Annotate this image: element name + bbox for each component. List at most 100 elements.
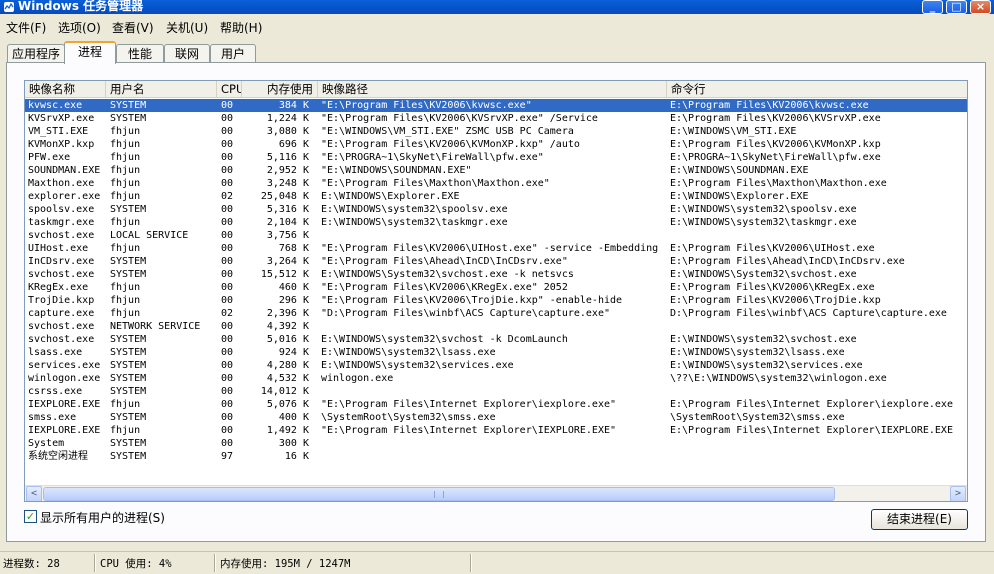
process-row[interactable]: KVSrvXP.exe SYSTEM 00 1,224 K "E:\Program Fi… [25,112,967,125]
process-image-name: smss.exe [28,412,77,423]
process-image-path: \SystemRoot\System32\smss.exe [321,412,496,423]
scroll-right-button[interactable]: > [950,486,966,501]
process-image-name: IEXPLORE.EXE [28,425,101,436]
close-button[interactable]: × [970,0,991,14]
scroll-left-button[interactable]: < [26,486,42,501]
process-image-name: csrss.exe [28,386,83,397]
process-image-path: "E:\Program Files\Internet Explorer\iexp… [321,399,617,410]
process-memory: 400 K [278,412,309,423]
process-command-line: E:\Program Files\KV2006\KVMonXP.kxp [670,139,881,150]
process-row[interactable]: IEXPLORE.EXE fhjun 00 5,076 K "E:\Program Fi… [25,398,967,411]
tab-users[interactable]: 用户 [210,44,256,64]
process-memory: 1,492 K [266,425,309,436]
process-row[interactable]: PFW.exe fhjun 00 5,116 K "E:\PROGRA~1\SkyNet… [25,151,967,164]
process-memory: 460 K [278,282,309,293]
menu-shutdown[interactable]: 关机(U) [166,19,208,36]
process-row[interactable]: capture.exe fhjun 02 2,396 K "D:\Program Fil… [25,307,967,320]
column-cpu[interactable]: CPU [217,81,242,98]
process-image-path: "E:\Program Files\KV2006\kvwsc.exe" [321,100,532,111]
column-image-name[interactable]: 映像名称 [25,81,106,98]
process-cpu: 00 [221,295,234,306]
process-command-line: E:\WINDOWS\system32\svchost.exe [670,334,857,345]
process-row[interactable]: svchost.exe NETWORK SERVICE 00 4,392 K [25,320,967,333]
tab-processes[interactable]: 进程 [64,41,116,64]
column-memory[interactable]: 内存使用 [242,81,318,98]
process-image-name: KRegEx.exe [28,282,89,293]
process-row[interactable]: svchost.exe SYSTEM 00 15,512 K E:\WINDOWS\Sy… [25,268,967,281]
end-process-button[interactable]: 结束进程(E) [871,509,968,530]
process-list[interactable]: 映像名称 用户名 CPU 内存使用 映像路径 命令行 kvwsc.exe SYST… [24,80,968,502]
column-image-path[interactable]: 映像路径 [318,81,667,98]
process-user-name: fhjun [110,217,141,228]
process-row[interactable]: InCDsrv.exe SYSTEM 00 3,264 K "E:\Program Fi… [25,255,967,268]
maximize-button[interactable]: □ [946,0,967,14]
process-cpu: 00 [221,178,234,189]
process-row[interactable]: System SYSTEM 00 300 K [25,437,967,450]
show-all-users-checkbox[interactable]: ✓ [24,510,37,523]
process-cpu: 00 [221,152,234,163]
process-image-name: lsass.exe [28,347,83,358]
process-row[interactable]: SOUNDMAN.EXE fhjun 00 2,952 K "E:\WINDOWS\SO… [25,164,967,177]
process-row[interactable]: KVMonXP.kxp fhjun 00 696 K "E:\Program Files… [25,138,967,151]
process-command-line: E:\PROGRA~1\SkyNet\FireWall\pfw.exe [670,152,881,163]
process-row[interactable]: lsass.exe SYSTEM 00 924 K E:\WINDOWS\system3… [25,346,967,359]
process-row[interactable]: csrss.exe SYSTEM 00 14,012 K [25,385,967,398]
process-user-name: SYSTEM [110,334,147,345]
menu-options[interactable]: 选项(O) [58,19,101,36]
menu-view[interactable]: 查看(V) [112,19,154,36]
process-user-name: SYSTEM [110,256,147,267]
menu-file[interactable]: 文件(F) [6,19,46,36]
minimize-button[interactable]: _ [922,0,943,14]
process-user-name: fhjun [110,165,141,176]
tab-networking[interactable]: 联网 [164,44,210,64]
process-row[interactable]: svchost.exe LOCAL SERVICE 00 3,756 K [25,229,967,242]
process-row[interactable]: TrojDie.kxp fhjun 00 296 K "E:\Program Files… [25,294,967,307]
process-row[interactable]: spoolsv.exe SYSTEM 00 5,316 K E:\WINDOWS\sys… [25,203,967,216]
process-user-name: SYSTEM [110,269,147,280]
process-row[interactable]: KRegEx.exe fhjun 00 460 K "E:\Program Files\… [25,281,967,294]
horizontal-scrollbar[interactable]: < > [25,485,967,501]
title-bar[interactable]: Windows 任务管理器 _ □ × [0,0,994,14]
process-user-name: fhjun [110,295,141,306]
process-cpu: 02 [221,191,234,202]
process-command-line: E:\Program Files\Internet Explorer\iexpl… [670,399,953,410]
process-image-path: "E:\Program Files\KV2006\KVMonXP.kxp" /a… [321,139,580,150]
scroll-grip-icon [434,491,444,498]
process-user-name: fhjun [110,399,141,410]
process-memory: 25,048 K [260,191,309,202]
process-image-name: InCDsrv.exe [28,256,95,267]
process-image-path: winlogon.exe [321,373,394,384]
menu-bar: 文件(F) 选项(O) 查看(V) 关机(U) 帮助(H) [0,16,994,36]
process-row[interactable]: UIHost.exe fhjun 00 768 K "E:\Program Files\… [25,242,967,255]
process-row[interactable]: taskmgr.exe fhjun 00 2,104 K E:\WINDOWS\syst… [25,216,967,229]
process-image-path: E:\WINDOWS\system32\services.exe [321,360,514,371]
process-image-name: Maxthon.exe [28,178,95,189]
process-memory: 924 K [278,347,309,358]
tab-applications[interactable]: 应用程序 [7,44,65,64]
column-user-name[interactable]: 用户名 [106,81,217,98]
process-row[interactable]: explorer.exe fhjun 02 25,048 K E:\WINDOWS\Ex… [25,190,967,203]
process-memory: 296 K [278,295,309,306]
process-row[interactable]: winlogon.exe SYSTEM 00 4,532 K winlogon.exe \… [25,372,967,385]
status-process-count: 进程数: 28 [3,558,60,570]
process-row[interactable]: smss.exe SYSTEM 00 400 K \SystemRoot\System3… [25,411,967,424]
show-all-users-label[interactable]: 显示所有用户的进程(S) [40,509,165,526]
process-command-line: \??\E:\WINDOWS\system32\winlogon.exe [670,373,887,384]
process-row[interactable]: IEXPLORE.EXE fhjun 00 1,492 K "E:\Program Fi… [25,424,967,437]
menu-help[interactable]: 帮助(H) [220,19,262,36]
process-row[interactable]: services.exe SYSTEM 00 4,280 K E:\WINDOWS\sy… [25,359,967,372]
process-image-name: svchost.exe [28,321,95,332]
process-row[interactable]: kvwsc.exe SYSTEM 00 384 K "E:\Program Files\… [25,99,967,112]
process-memory: 2,952 K [266,165,309,176]
scroll-thumb[interactable] [43,487,835,501]
column-command-line[interactable]: 命令行 [667,81,967,98]
tab-performance[interactable]: 性能 [116,44,164,64]
status-cpu-usage: CPU 使用: 4% [100,558,172,570]
process-row[interactable]: svchost.exe SYSTEM 00 5,016 K E:\WINDOWS\sys… [25,333,967,346]
process-row[interactable]: VM_STI.EXE fhjun 00 3,080 K "E:\WINDOWS\VM_S… [25,125,967,138]
process-row[interactable]: 系统空闲进程 SYSTEM 97 16 K [25,450,967,463]
process-image-name: taskmgr.exe [28,217,95,228]
process-image-name: IEXPLORE.EXE [28,399,101,410]
status-bar: 进程数: 28 CPU 使用: 4% 内存使用: 195M / 1247M [0,551,994,574]
process-row[interactable]: Maxthon.exe fhjun 00 3,248 K "E:\Program Fil… [25,177,967,190]
